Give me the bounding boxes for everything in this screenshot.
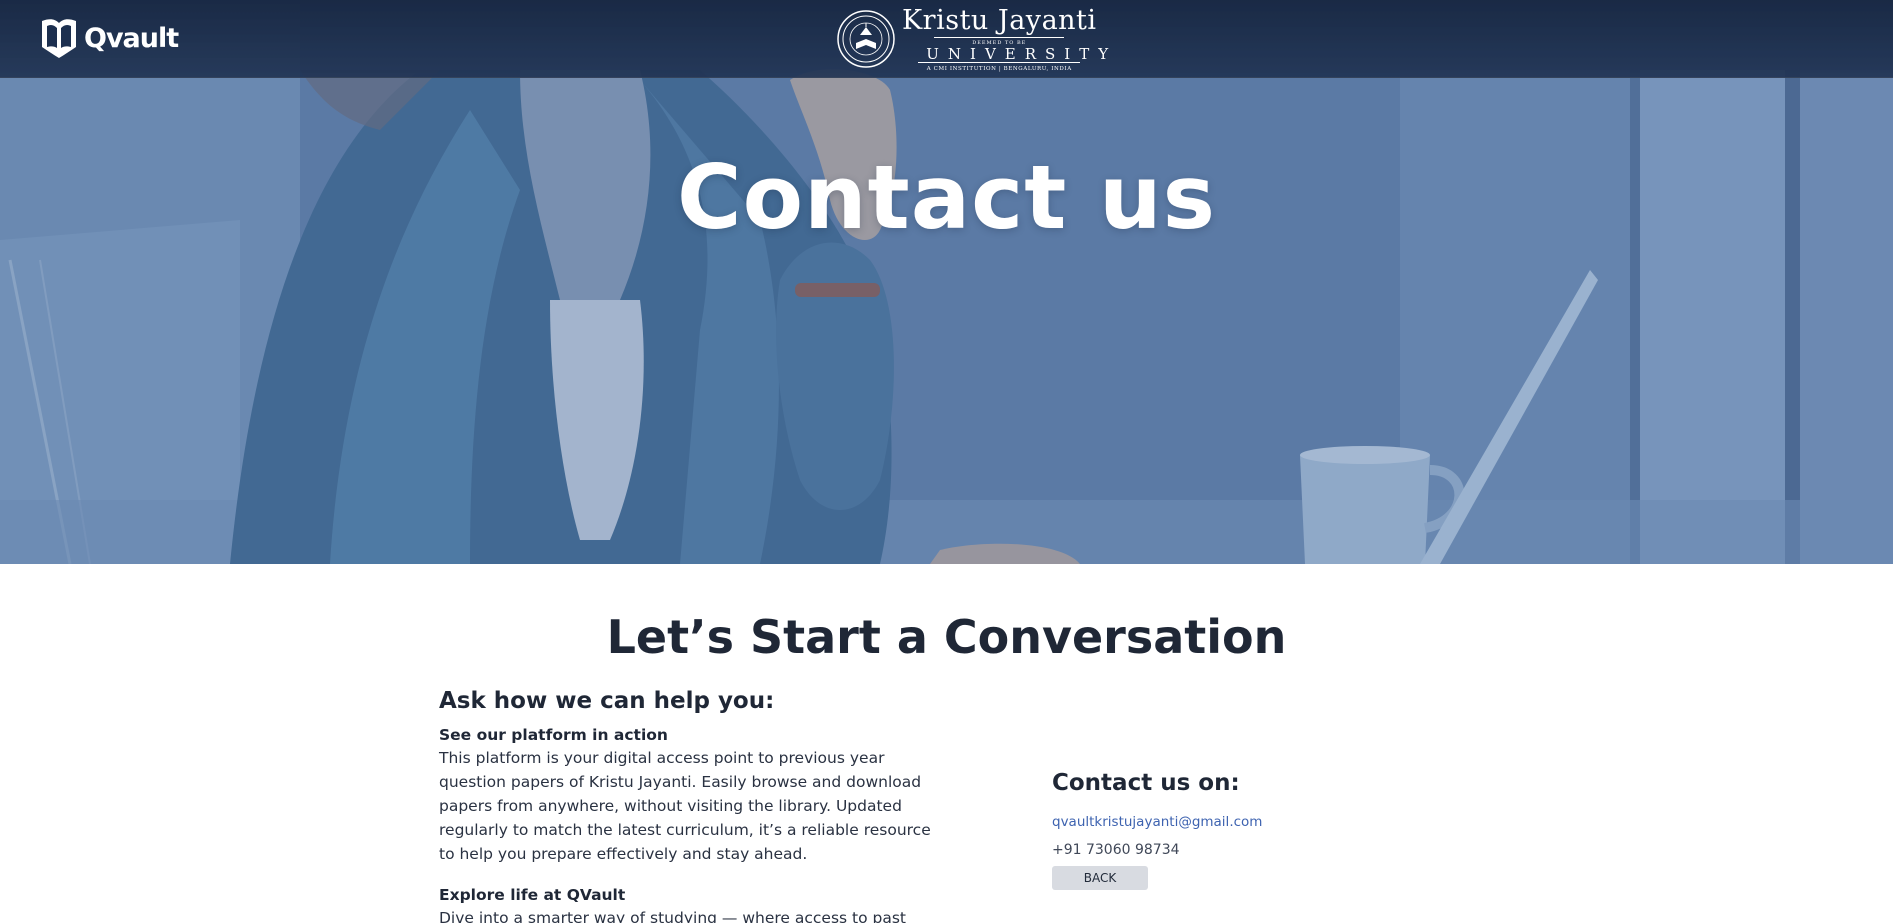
info-block-title: Explore life at QVault	[439, 886, 626, 904]
university-word: UNIVERSITY	[918, 46, 1108, 63]
info-block: Explore life at QVault Dive into a smart…	[439, 884, 939, 923]
info-block-title: See our platform in action	[439, 726, 668, 744]
info-block-text: Dive into a smarter way of studying — wh…	[439, 909, 906, 923]
back-button[interactable]: BACK	[1052, 866, 1148, 890]
contact-section: Contact us on: qvaultkristujayanti@gmail…	[1052, 770, 1352, 890]
brand-logo-link[interactable]: Qvault	[40, 17, 179, 59]
help-section: Ask how we can help you: See our platfor…	[439, 688, 939, 923]
university-logo: Kristu Jayanti DEEMED TO BE UNIVERSITY A…	[836, 5, 1108, 72]
hero-banner: Contact us	[0, 0, 1893, 564]
contact-email-link[interactable]: qvaultkristujayanti@gmail.com	[1052, 814, 1352, 830]
section-heading: Let’s Start a Conversation	[606, 610, 1287, 664]
brand-name: Qvault	[84, 22, 179, 54]
hero-background-image	[0, 0, 1893, 564]
help-title: Ask how we can help you:	[439, 688, 775, 714]
hero-title: Contact us	[676, 146, 1217, 249]
contact-title: Contact us on:	[1052, 770, 1240, 796]
university-seal-icon	[837, 10, 895, 68]
info-block-text: This platform is your digital access poi…	[439, 749, 931, 863]
info-block: See our platform in action This platform…	[439, 724, 939, 866]
university-subtitle: A CMI INSTITUTION | BENGALURU, INDIA	[926, 66, 1072, 72]
university-name: Kristu Jayanti	[902, 5, 1097, 36]
open-book-shield-icon	[42, 19, 76, 58]
contact-phone: +91 73060 98734	[1052, 842, 1180, 858]
top-navbar: Qvault Kristu Jayanti DEEMED TO BE UNIVE…	[0, 0, 1893, 78]
